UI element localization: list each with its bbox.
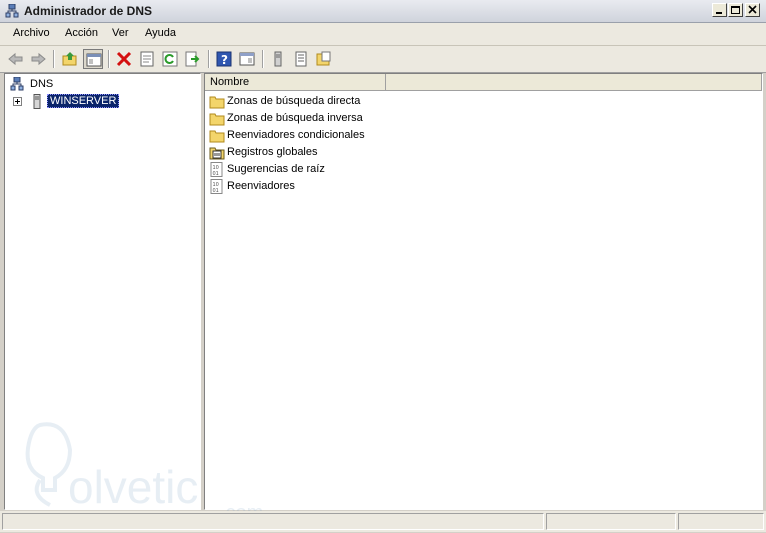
list-item-label: Zonas de búsqueda inversa: [227, 112, 363, 124]
dns-app-icon: [5, 4, 19, 18]
menu-ver[interactable]: Ver: [112, 27, 129, 39]
status-bar: [0, 511, 766, 532]
tree-item-dns[interactable]: DNS: [10, 77, 190, 93]
expand-icon[interactable]: [13, 97, 22, 106]
server-button[interactable]: [268, 49, 288, 69]
menu-ayuda[interactable]: Ayuda: [145, 27, 176, 39]
window-title: Administrador de DNS: [24, 4, 153, 18]
list-item-label: Sugerencias de raíz: [227, 163, 325, 175]
watermark-text: olvetic: [68, 461, 199, 513]
properties-button[interactable]: [137, 49, 157, 69]
svg-text:?: ?: [221, 53, 228, 67]
list-item[interactable]: Registros globales: [209, 144, 409, 161]
dns-icon: [10, 77, 24, 91]
refresh-button[interactable]: [160, 49, 180, 69]
properties-icon: [140, 51, 154, 67]
minimize-button[interactable]: [712, 3, 727, 17]
tree-item-winserver-label: WINSERVER: [47, 94, 120, 108]
folder-options-icon: [316, 51, 331, 66]
forward-button[interactable]: [28, 49, 48, 69]
title-bar: Administrador de DNS: [0, 0, 766, 23]
binary-file-icon: 1001: [210, 162, 223, 177]
toolbar-separator: [108, 50, 110, 68]
up-folder-icon: [62, 52, 77, 66]
list-item-label: Reenviadores: [227, 180, 295, 192]
help-button[interactable]: ?: [214, 49, 234, 69]
back-icon: [8, 52, 23, 66]
list-item[interactable]: 10 01 Reenviadores: [209, 178, 409, 195]
up-folder-button[interactable]: [60, 49, 80, 69]
toolbar-separator: [262, 50, 264, 68]
list-item[interactable]: Zonas de búsqueda directa: [209, 93, 409, 110]
folder-icon: [209, 130, 225, 143]
status-cell-middle: [546, 513, 676, 530]
list-item-label: Reenviadores condicionales: [227, 129, 365, 141]
back-button[interactable]: [6, 49, 26, 69]
folder-icon: [209, 113, 225, 126]
status-cell-right: [678, 513, 764, 530]
column-header-label: Nombre: [210, 76, 250, 88]
tree-item-dns-label: DNS: [30, 78, 54, 90]
column-header-nombre[interactable]: Nombre: [205, 74, 386, 91]
menu-accion[interactable]: Acción: [65, 27, 98, 39]
maximize-button[interactable]: [728, 3, 743, 17]
export-icon: [185, 51, 200, 67]
close-icon: [748, 5, 757, 14]
maximize-icon: [731, 6, 740, 14]
list-icon: [295, 51, 307, 67]
delete-icon: [116, 51, 132, 67]
binary-file-icon: 1001: [210, 179, 223, 194]
delete-button[interactable]: [114, 49, 134, 69]
svg-text:01: 01: [213, 171, 219, 177]
server-icon: [33, 94, 41, 109]
list-pane: Nombre Zonas de búsqueda directa Zonas d…: [204, 73, 763, 510]
refresh-icon: [162, 51, 178, 67]
list-item[interactable]: Zonas de búsqueda inversa: [209, 110, 409, 127]
export-button[interactable]: [183, 49, 203, 69]
tree-item-winserver[interactable]: WINSERVER: [10, 94, 190, 110]
status-cell-main: [2, 513, 544, 530]
list-item[interactable]: 10 01 Sugerencias de raíz: [209, 161, 409, 178]
list-item-label: Zonas de búsqueda directa: [227, 95, 361, 107]
show-tree-button[interactable]: [83, 49, 103, 69]
console-button[interactable]: [237, 49, 257, 69]
svg-text:01: 01: [213, 188, 219, 194]
toolbar: ?: [0, 46, 766, 73]
menu-bar: Archivo Acción Ver Ayuda: [0, 23, 766, 46]
folder-options-button[interactable]: [314, 49, 334, 69]
server-icon: [274, 51, 282, 67]
folder-icon: [209, 96, 225, 109]
close-button[interactable]: [745, 3, 760, 17]
show-tree-icon: [86, 53, 102, 67]
list-item[interactable]: Reenviadores condicionales: [209, 127, 409, 144]
column-header-empty[interactable]: [386, 74, 762, 91]
list-button[interactable]: [291, 49, 311, 69]
global-records-icon: [209, 147, 225, 160]
menu-archivo[interactable]: Archivo: [13, 27, 50, 39]
list-item-label: Registros globales: [227, 146, 318, 158]
help-icon: ?: [216, 51, 232, 67]
toolbar-separator: [208, 50, 210, 68]
console-icon: [239, 52, 255, 66]
minimize-icon: [716, 12, 722, 14]
toolbar-separator: [53, 50, 55, 68]
forward-icon: [31, 52, 46, 66]
